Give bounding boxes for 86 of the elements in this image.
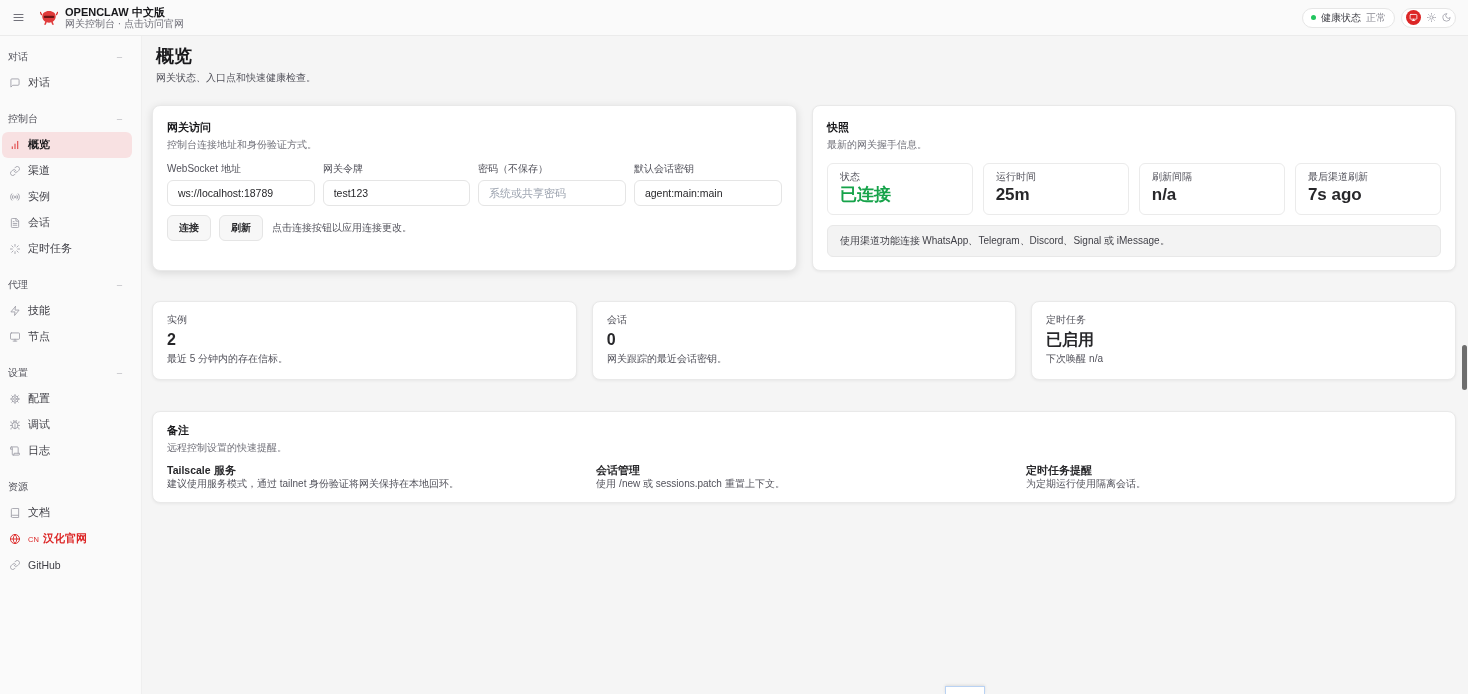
settings-icon [10,394,20,404]
link-icon [10,560,20,570]
stat-label: 刷新间隔 [1151,170,1193,183]
bug-icon [10,420,20,430]
nav-item[interactable]: 日志 [2,438,132,464]
section-header: 代理 [8,278,28,292]
field-label: 密码（不保存） [478,162,550,176]
card-note: 下次唤醒 n/a [1046,352,1104,366]
card-subtitle: 远程控制设置的快速提醒。 [167,441,288,455]
page-title: 概览 [156,45,193,68]
hint-text: 点击连接按钮以应用连接更改。 [272,221,412,235]
card-title: 备注 [167,423,190,437]
field-label: 默认会话密钥 [633,162,695,176]
card-title: 网关访问 [167,120,212,134]
globe-icon [10,534,20,544]
note-title: 会话管理 [596,463,642,477]
nav-item[interactable]: GitHub [2,552,132,578]
nav-item[interactable]: 定时任务 [2,236,132,262]
stat-value: 已连接 [839,184,892,206]
bar-chart-icon [10,140,20,150]
nav-item[interactable]: 节点 [2,324,132,350]
section-header: 控制台 [8,112,38,126]
status-label: 健康状态 [1321,10,1361,25]
brand-title: OPENCLAW 中文版 [65,5,165,18]
card-value: 已启用 [1046,330,1096,350]
monitor-icon[interactable] [1406,10,1421,25]
logo-icon[interactable] [40,9,58,26]
nav-item[interactable]: 文档 [2,500,132,526]
radio-waves-icon [10,192,20,202]
section-header: 资源 [8,480,28,494]
card-value: 2 [167,330,177,350]
nav-item[interactable]: 实例 [2,184,132,210]
nav-item[interactable]: 对话 [2,70,132,96]
scroll-icon [10,446,20,456]
info-callout: 使用渠道功能连接 WhatsApp、Telegram、Discord、Signal 或 iMessage。 [826,225,1441,257]
field-label: WebSocket 地址 [167,162,242,176]
status-value: 正常 [1366,10,1386,25]
spinner-icon [10,244,20,254]
nav-item[interactable]: 技能 [2,298,132,324]
stat-label: 运行时间 [995,170,1037,183]
stat-value: 7s ago [1307,184,1363,206]
document-icon [10,218,20,228]
lightning-icon [10,306,20,316]
gateway-token-field[interactable]: test123 [322,180,471,206]
note-text: 建议使用服务模式，通过 tailnet 身份验证将网关保持在本地回环。 [167,477,461,491]
chat-bubble-icon [10,78,20,88]
connect-button[interactable]: 连接 [167,215,211,241]
stat-value: n/a [1151,184,1178,206]
session-key-field[interactable]: agent:main:main [633,180,782,206]
section-header: 设置 [8,366,28,380]
password-field[interactable]: 系统或共享密码 [478,180,626,206]
menu-icon[interactable] [13,12,24,23]
scrollbar-thumb[interactable] [1462,345,1467,390]
stat-label: 最后渠道刷新 [1307,170,1369,183]
card-subtitle: 最新的网关握手信息。 [826,138,928,152]
nav-item[interactable]: 调试 [2,412,132,438]
moon-icon[interactable] [1442,13,1451,22]
card-label: 会话 [606,313,628,327]
floating-panel [945,686,985,694]
websocket-url-field[interactable]: ws://localhost:18789 [167,180,315,206]
section-header: 对话 [8,50,28,64]
card-label: 实例 [167,313,188,327]
book-icon [10,508,20,518]
note-title: 定时任务提醒 [1025,463,1093,477]
card-note: 网关跟踪的最近会话密钥。 [606,352,728,366]
field-label: 网关令牌 [322,162,364,176]
nav-item[interactable]: 渠道 [2,158,132,184]
note-text: 为定期运行使用隔离会话。 [1025,477,1147,491]
note-title: Tailscale 服务 [167,463,237,477]
nav-item[interactable]: 配置 [2,386,132,412]
link-icon [10,166,20,176]
card-value: 0 [606,330,617,350]
card-subtitle: 控制台连接地址和身份验证方式。 [167,138,318,152]
brand-subtitle[interactable]: 网关控制台 · 点击访问官网 [65,17,184,30]
card-note: 最近 5 分钟内的存在信标。 [167,352,290,366]
stat-label: 状态 [839,170,861,183]
stat-value: 25m [995,184,1031,206]
card-title: 快照 [826,120,850,134]
nav-item[interactable]: 概览 [2,132,132,158]
monitor-icon [10,332,20,342]
refresh-button[interactable]: 刷新 [219,215,263,241]
nav-item[interactable]: 会话 [2,210,132,236]
page-subtitle: 网关状态、入口点和快速健康检查。 [156,71,317,85]
note-text: 使用 /new 或 sessions.patch 重置上下文。 [596,477,786,491]
card-label: 定时任务 [1046,313,1088,327]
sun-icon[interactable] [1427,13,1436,22]
